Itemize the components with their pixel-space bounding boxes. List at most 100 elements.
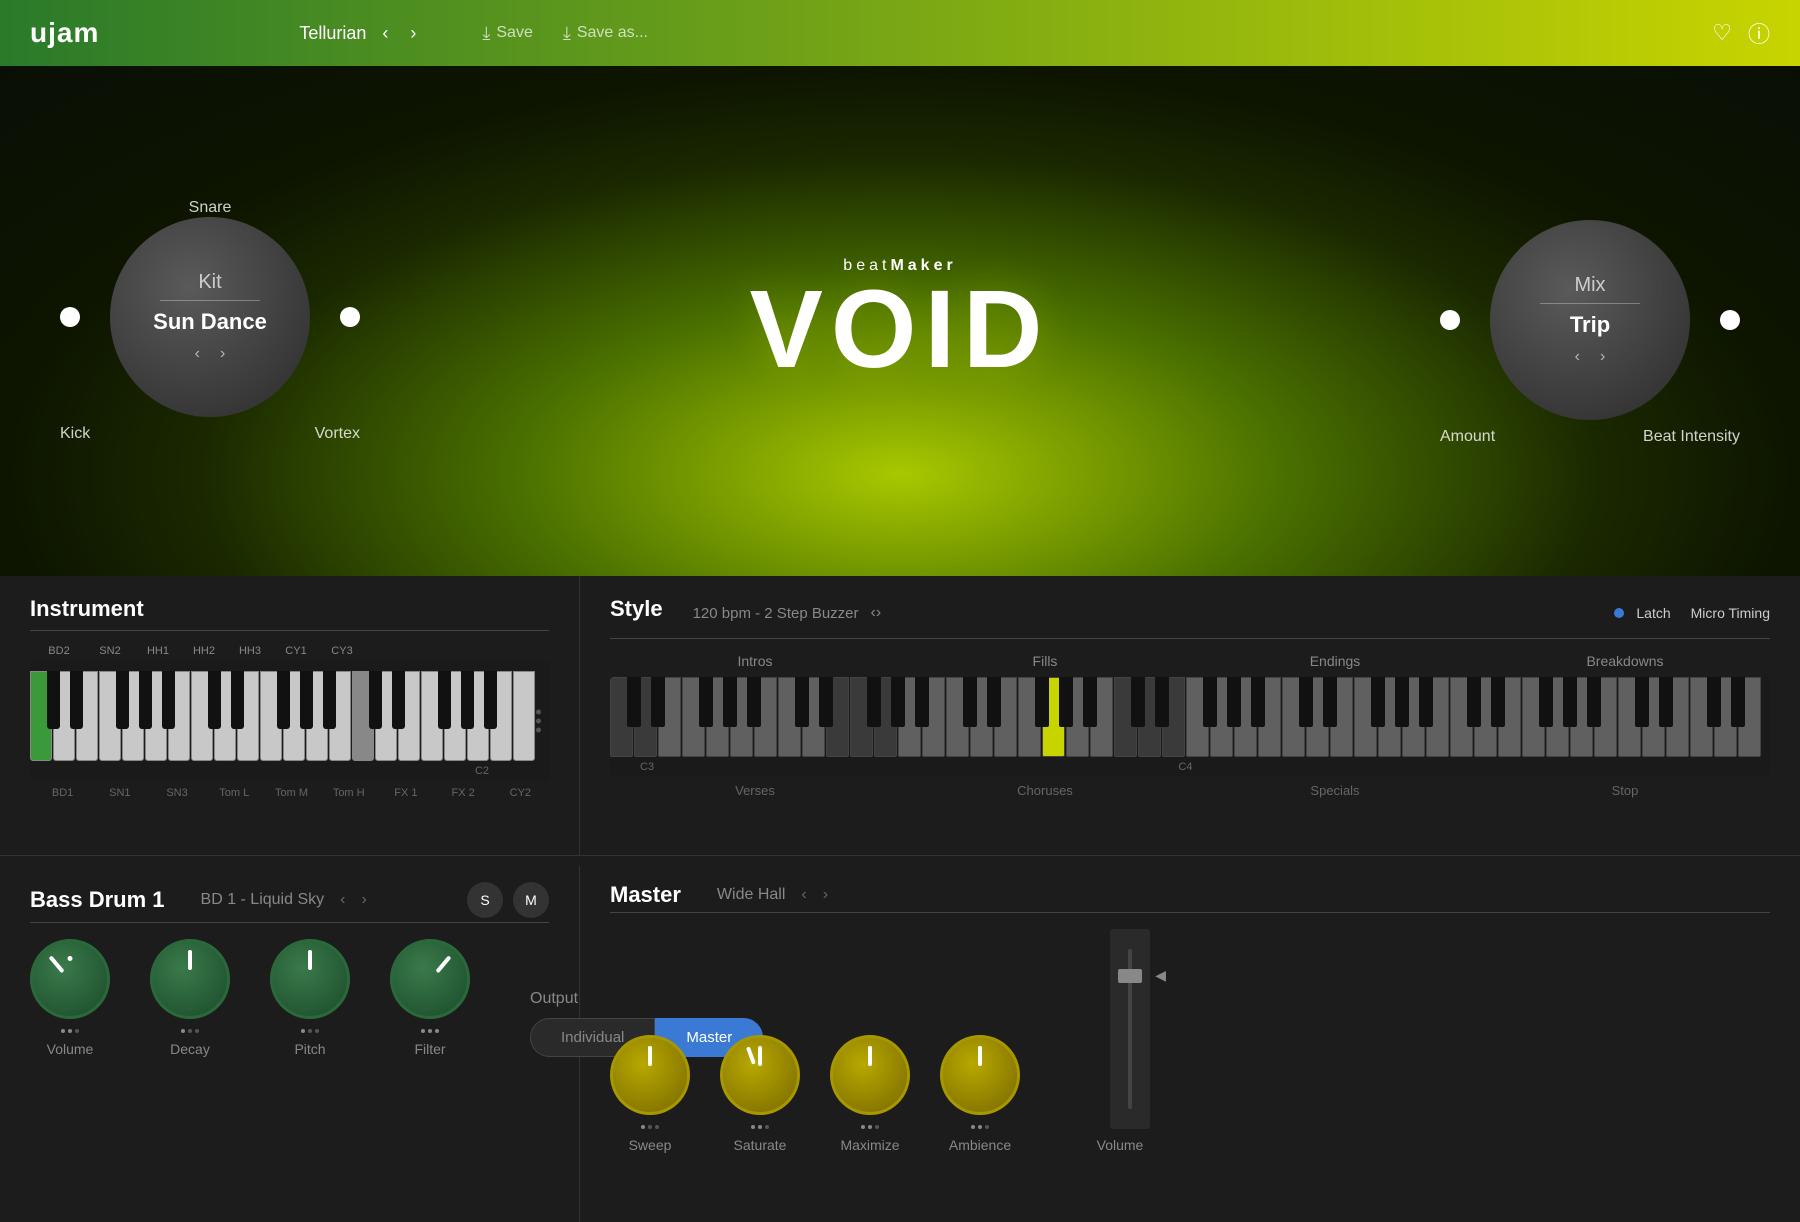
- kit-prev-button[interactable]: ‹: [195, 345, 200, 363]
- style-black-key-35[interactable]: [1467, 677, 1481, 727]
- mix-label: Mix: [1574, 274, 1605, 297]
- black-key-17[interactable]: [438, 671, 451, 729]
- filter-knob[interactable]: [390, 939, 470, 1019]
- subcat-stop: Stop: [1480, 783, 1770, 798]
- black-key-15[interactable]: [392, 671, 405, 729]
- black-key-12[interactable]: [323, 671, 336, 729]
- style-black-key-32[interactable]: [1395, 677, 1409, 727]
- ambience-knob[interactable]: [940, 1035, 1020, 1115]
- maximize-dots: [861, 1125, 879, 1129]
- subcat-choruses: Choruses: [900, 783, 1190, 798]
- volume-fader[interactable]: ◀: [1110, 929, 1150, 1129]
- sweep-knob[interactable]: [610, 1035, 690, 1115]
- style-black-key-45[interactable]: [1707, 677, 1721, 727]
- mix-prev-button[interactable]: ‹: [1575, 348, 1580, 366]
- beat-intensity-knob[interactable]: [1720, 310, 1740, 330]
- black-key-18[interactable]: [461, 671, 474, 729]
- bass-drum-next[interactable]: ›: [361, 891, 366, 909]
- style-black-key-0[interactable]: [627, 677, 641, 727]
- black-key-1[interactable]: [70, 671, 83, 729]
- style-black-key-12[interactable]: [915, 677, 929, 727]
- black-key-7[interactable]: [208, 671, 221, 729]
- white-key-21[interactable]: [513, 671, 535, 761]
- style-black-key-3[interactable]: [699, 677, 713, 727]
- hero-right-labels: Amount Beat Intensity: [1440, 428, 1740, 446]
- master-next[interactable]: ›: [823, 886, 828, 904]
- style-black-key-21[interactable]: [1131, 677, 1145, 727]
- hero: Snare Kit Sun Dance ‹ › Kick Vortex beat…: [0, 66, 1800, 576]
- master-divider: [610, 912, 1770, 913]
- style-black-key-40[interactable]: [1587, 677, 1601, 727]
- ambience-label: Ambience: [949, 1137, 1011, 1153]
- style-black-key-1[interactable]: [651, 677, 665, 727]
- bass-drum-prev[interactable]: ‹: [340, 891, 345, 909]
- style-black-key-38[interactable]: [1539, 677, 1553, 727]
- style-black-key-43[interactable]: [1659, 677, 1673, 727]
- save-icon: ⤓: [482, 23, 490, 44]
- saturate-knob[interactable]: [720, 1035, 800, 1115]
- volume-knob[interactable]: [30, 939, 110, 1019]
- style-black-key-25[interactable]: [1227, 677, 1241, 727]
- style-black-key-11[interactable]: [891, 677, 905, 727]
- style-black-key-39[interactable]: [1563, 677, 1577, 727]
- style-black-key-15[interactable]: [987, 677, 1001, 727]
- preset-next-button[interactable]: ›: [404, 21, 422, 46]
- kit-divider: [160, 300, 260, 301]
- key-label-sn2: SN2: [86, 645, 134, 657]
- style-black-key-31[interactable]: [1371, 677, 1385, 727]
- solo-button[interactable]: S: [467, 882, 503, 918]
- instrument-style-row: Instrument BD2 SN2 HH1 HH2 HH3 CY1 CY3 C…: [0, 576, 1800, 856]
- info-button[interactable]: ⓘ: [1748, 17, 1770, 49]
- style-black-key-42[interactable]: [1635, 677, 1649, 727]
- notification-button[interactable]: ♡: [1712, 20, 1732, 46]
- save-as-button[interactable]: ⤓ Save as...: [563, 23, 648, 44]
- fader-handle[interactable]: [1118, 969, 1142, 983]
- cat-endings: Endings: [1190, 653, 1480, 673]
- center-logo: beatMaker VOID: [360, 257, 1440, 385]
- snare-label: Snare: [189, 199, 232, 217]
- vortex-knob[interactable]: [340, 307, 360, 327]
- black-key-5[interactable]: [162, 671, 175, 729]
- style-black-key-29[interactable]: [1323, 677, 1337, 727]
- style-black-key-28[interactable]: [1299, 677, 1313, 727]
- preset-prev-button[interactable]: ‹: [376, 21, 394, 46]
- style-black-key-36[interactable]: [1491, 677, 1505, 727]
- style-black-key-17[interactable]: [1035, 677, 1049, 727]
- decay-knob[interactable]: [150, 939, 230, 1019]
- style-next-button[interactable]: ›: [876, 604, 881, 622]
- style-black-key-5[interactable]: [747, 677, 761, 727]
- style-black-key-4[interactable]: [723, 677, 737, 727]
- master-reverb: Wide Hall: [717, 886, 785, 904]
- mute-button[interactable]: M: [513, 882, 549, 918]
- amount-knob[interactable]: [1440, 310, 1460, 330]
- style-black-key-10[interactable]: [867, 677, 881, 727]
- style-black-key-14[interactable]: [963, 677, 977, 727]
- mix-next-button[interactable]: ›: [1600, 348, 1605, 366]
- style-black-key-24[interactable]: [1203, 677, 1217, 727]
- black-key-3[interactable]: [116, 671, 129, 729]
- style-black-key-7[interactable]: [795, 677, 809, 727]
- style-black-key-33[interactable]: [1419, 677, 1433, 727]
- black-key-8[interactable]: [231, 671, 244, 729]
- black-key-11[interactable]: [300, 671, 313, 729]
- style-black-key-26[interactable]: [1251, 677, 1265, 727]
- style-black-key-22[interactable]: [1155, 677, 1169, 727]
- black-key-4[interactable]: [139, 671, 152, 729]
- style-black-key-8[interactable]: [819, 677, 833, 727]
- black-key-19[interactable]: [484, 671, 497, 729]
- mix-knob[interactable]: Mix Trip ‹ ›: [1490, 220, 1690, 420]
- style-black-key-46[interactable]: [1731, 677, 1745, 727]
- instrument-title: Instrument: [30, 596, 549, 622]
- black-key-10[interactable]: [277, 671, 290, 729]
- pitch-knob[interactable]: [270, 939, 350, 1019]
- kit-knob[interactable]: Kit Sun Dance ‹ ›: [110, 217, 310, 417]
- kick-knob[interactable]: [60, 307, 80, 327]
- black-key-14[interactable]: [369, 671, 382, 729]
- maximize-knob[interactable]: [830, 1035, 910, 1115]
- save-button[interactable]: ⤓ Save: [482, 23, 532, 44]
- style-black-key-18[interactable]: [1059, 677, 1073, 727]
- kit-next-button[interactable]: ›: [220, 345, 225, 363]
- black-key-0[interactable]: [47, 671, 60, 729]
- master-prev[interactable]: ‹: [801, 886, 806, 904]
- style-black-key-19[interactable]: [1083, 677, 1097, 727]
